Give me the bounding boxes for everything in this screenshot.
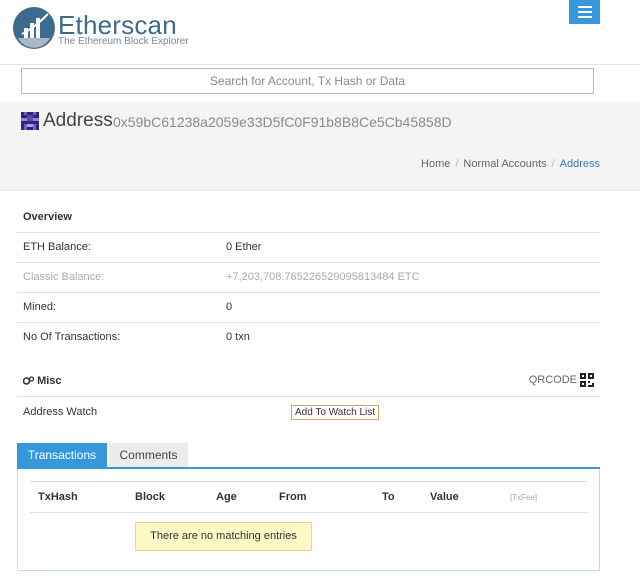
classic-balance-value: +7,203,708.765226529095813484 ETC (226, 271, 420, 283)
etherscan-logo-icon[interactable] (12, 6, 56, 50)
misc-header: Misc QRCODE (17, 366, 600, 397)
column-txhash[interactable]: TxHash (38, 491, 78, 503)
hamburger-icon (577, 6, 592, 8)
column-age[interactable]: Age (216, 491, 237, 503)
qrcode-link[interactable]: QRCODE (529, 373, 594, 387)
mined-value: 0 (226, 301, 233, 313)
address-hash: 0x59bC61238a2059e33D5fC0F91b8B8Ce5Cb4585… (113, 114, 452, 130)
tab-bar: Transactions Comments (17, 443, 600, 469)
overview-header: Overview (17, 202, 600, 233)
tx-count-value: 0 txn (226, 331, 250, 343)
address-watch-label: Address Watch (23, 406, 98, 418)
eth-balance-label: ETH Balance: (23, 241, 91, 253)
watch-row: Address Watch Add To Watch List (17, 397, 600, 427)
column-to[interactable]: To (382, 491, 395, 503)
page-title: Address (43, 110, 113, 131)
eth-balance-value: 0 Ether (226, 241, 262, 253)
misc-heading-group: Misc (22, 375, 62, 387)
empty-table-message: There are no matching entries (135, 522, 312, 551)
mined-label: Mined: (23, 301, 57, 313)
misc-heading: Misc (37, 375, 62, 387)
overview-row: ETH Balance: 0 Ether (17, 232, 600, 263)
overview-row: No Of Transactions: 0 txn (17, 322, 600, 352)
transactions-panel: TxHash Block Age From To Value [TxFee] T… (17, 469, 600, 571)
breadcrumb-home[interactable]: Home (421, 158, 450, 170)
site-header: Etherscan The Ethereum Block Explorer (0, 0, 640, 65)
overview-row: Mined: 0 (17, 292, 600, 323)
tab-comments[interactable]: Comments (109, 443, 188, 467)
breadcrumb-address: Address (559, 158, 600, 170)
qrcode-label: QRCODE (528, 373, 577, 386)
table-header: TxHash Block Age From To Value [TxFee] (30, 481, 588, 513)
search-input[interactable] (21, 68, 594, 94)
overview-row: Classic Balance: +7,203,708.765226529095… (17, 262, 600, 293)
add-to-watch-list-button[interactable]: Add To Watch List (291, 405, 380, 420)
qrcode-icon (580, 373, 594, 387)
gears-icon (22, 376, 35, 385)
tab-transactions[interactable]: Transactions (17, 443, 107, 467)
breadcrumb-normal-accounts[interactable]: Normal Accounts (463, 158, 546, 170)
column-from[interactable]: From (279, 491, 307, 503)
column-block[interactable]: Block (135, 491, 165, 503)
breadcrumb: Home / Normal Accounts / Address (421, 158, 600, 170)
identicon-icon (21, 112, 39, 130)
overview-heading: Overview (23, 211, 72, 223)
tx-count-label: No Of Transactions: (23, 331, 121, 343)
classic-balance-label: Classic Balance: (23, 271, 105, 283)
column-txfee[interactable]: [TxFee] (510, 493, 537, 502)
menu-button[interactable] (569, 0, 600, 24)
column-value[interactable]: Value (430, 491, 459, 503)
brand-tagline: The Ethereum Block Explorer (58, 36, 189, 47)
